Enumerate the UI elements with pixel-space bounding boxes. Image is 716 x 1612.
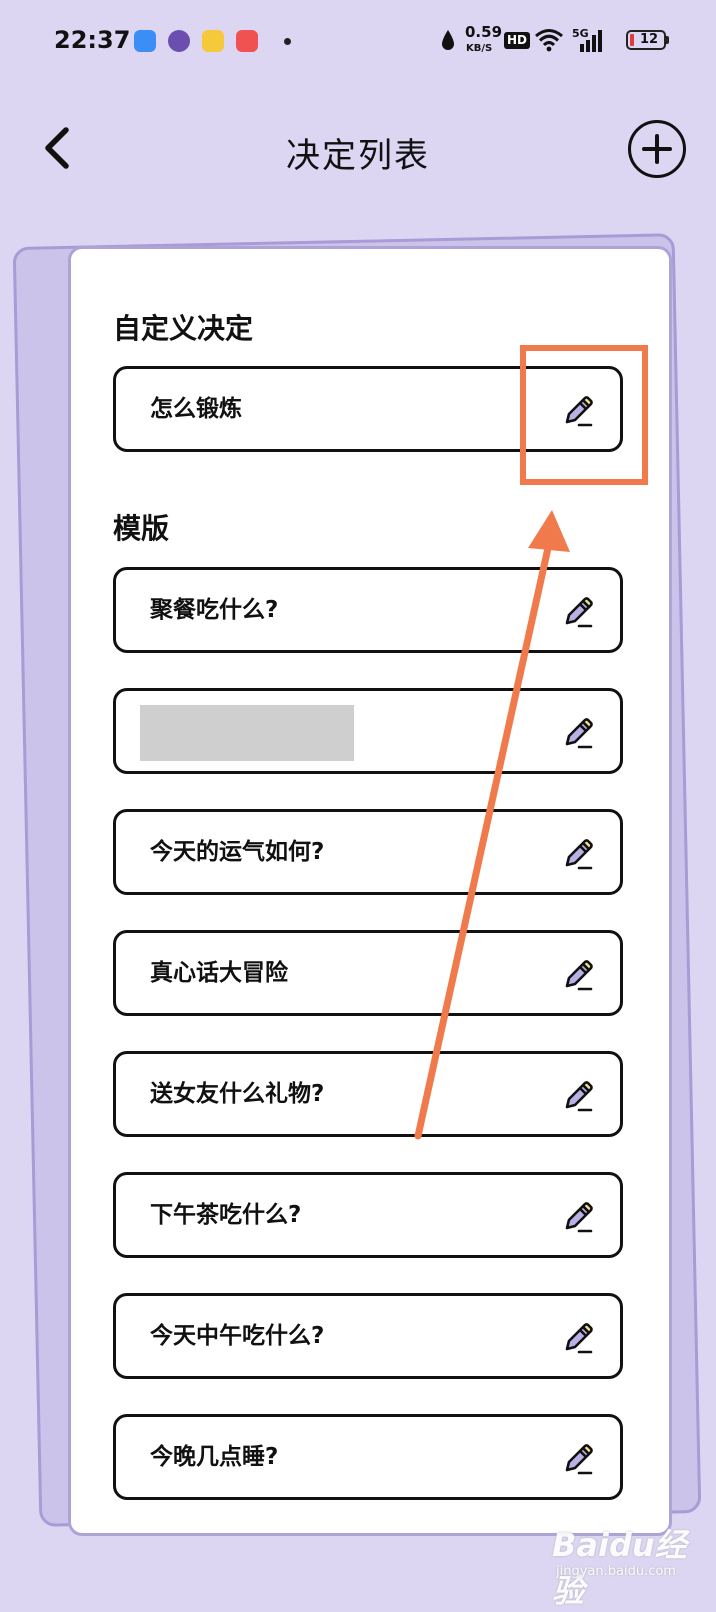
arrow-annotation bbox=[414, 510, 570, 1140]
baidu-jingyan-watermark: Baidu经验 jingyan.baidu.com bbox=[552, 1520, 702, 1610]
watermark-url: jingyan.baidu.com bbox=[556, 1564, 676, 1579]
